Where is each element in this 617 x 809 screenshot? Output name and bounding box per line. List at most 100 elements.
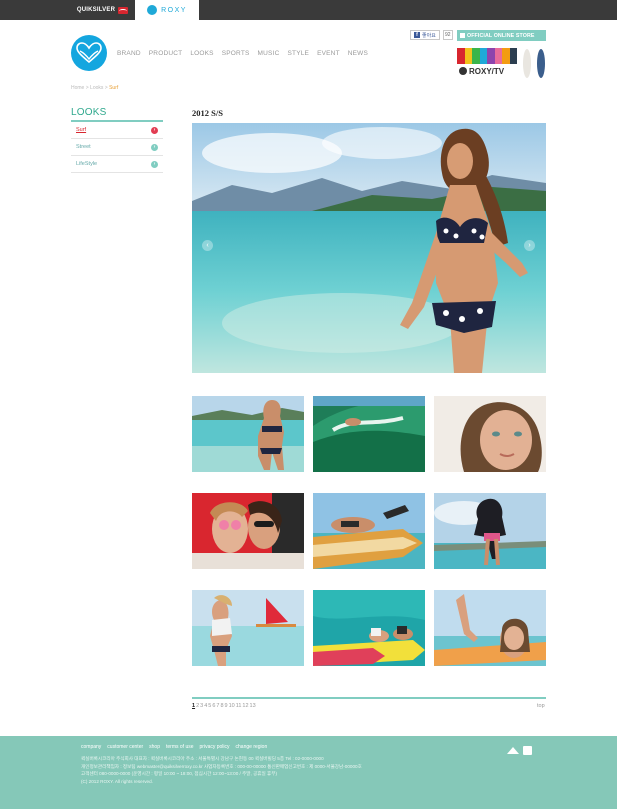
- thumbnail-image: [434, 396, 546, 472]
- page-link[interactable]: 10: [229, 703, 235, 709]
- tv-color-bars: [457, 48, 517, 64]
- tv-color-bar: [479, 48, 487, 64]
- page-link[interactable]: 2: [196, 703, 199, 709]
- arrow-right-icon: ›: [151, 126, 158, 134]
- like-count: 92: [442, 30, 453, 40]
- store-label: OFFICIAL ONLINE STORE: [467, 32, 535, 39]
- thumbnail[interactable]: [313, 590, 425, 666]
- quiksilver-mountain-icon: [118, 6, 129, 14]
- sidebar-item-lifestyle[interactable]: LifeStyle ›: [71, 156, 163, 173]
- page-link[interactable]: 13: [250, 703, 256, 709]
- footer-link-terms[interactable]: terms of use: [166, 744, 194, 750]
- quiksilver-mountain-icon[interactable]: [507, 747, 519, 754]
- nav-product[interactable]: PRODUCT: [149, 50, 183, 57]
- tv-color-bar: [502, 48, 510, 64]
- pager-divider: [192, 697, 546, 699]
- thumbnail[interactable]: [434, 396, 546, 472]
- tv-color-bar: [472, 48, 480, 64]
- nav-style[interactable]: STYLE: [287, 50, 309, 57]
- thumbnail-image: [192, 493, 304, 569]
- tv-color-bar: [494, 48, 502, 64]
- sidebar-item-street[interactable]: Street ›: [71, 139, 163, 156]
- arrow-right-icon: ›: [151, 160, 158, 168]
- facebook-like-button[interactable]: f 좋아요: [410, 30, 440, 40]
- breadcrumb-home[interactable]: Home: [71, 85, 84, 91]
- roxy-label: ROXY: [161, 6, 187, 14]
- page-link[interactable]: 1: [192, 703, 195, 709]
- tv-color-bar: [457, 48, 465, 64]
- thumbnail[interactable]: [434, 493, 546, 569]
- nav-music[interactable]: MUSIC: [258, 50, 280, 57]
- roxy-tv-banner[interactable]: ROXY/TV: [457, 48, 517, 78]
- hero-image: [192, 123, 546, 373]
- page-link[interactable]: 7: [216, 703, 219, 709]
- thumbnail-image: [313, 396, 425, 472]
- sidebar-item-label: LifeStyle: [76, 161, 98, 167]
- hero-next-arrow[interactable]: ›: [524, 240, 535, 251]
- sidebar-menu: Surf › Street › LifeStyle ›: [71, 122, 163, 173]
- breadcrumb-separator: >: [104, 85, 108, 91]
- hero-prev-arrow[interactable]: ‹: [202, 240, 213, 251]
- official-store-button[interactable]: OFFICIAL ONLINE STORE: [457, 30, 546, 41]
- page-link[interactable]: 4: [204, 703, 207, 709]
- sidebar-item-label: Surf: [76, 127, 87, 133]
- nav-news[interactable]: NEWS: [348, 50, 368, 57]
- quiksilver-tab[interactable]: QUIKSILVER: [70, 0, 135, 20]
- sidebar-item-label: Street: [76, 144, 91, 150]
- shopping-bag-icon: [460, 33, 465, 38]
- roxy-tv-heart-icon: [459, 67, 467, 75]
- page-link[interactable]: 5: [208, 703, 211, 709]
- page-link[interactable]: 6: [212, 703, 215, 709]
- dc-logo-icon[interactable]: [523, 746, 532, 755]
- roxy-tab[interactable]: ROXY: [135, 0, 199, 20]
- thumbnail-image: [192, 396, 304, 472]
- back-to-top-link[interactable]: top: [537, 703, 545, 709]
- thumbnail[interactable]: [434, 590, 546, 666]
- breadcrumb-section[interactable]: Looks: [90, 85, 103, 91]
- nav-event[interactable]: EVENT: [317, 50, 340, 57]
- footer-info-line: 퀵실버록시코리아 주식회사 대표자 : 퀵실버록시코리아 주소 : 서울특별시 …: [81, 756, 324, 761]
- thumbnail-image: [192, 590, 304, 666]
- page-link[interactable]: 12: [242, 703, 248, 709]
- roxy-logo[interactable]: [71, 35, 107, 71]
- thumbnail[interactable]: [192, 590, 304, 666]
- page-link[interactable]: 9: [225, 703, 228, 709]
- footer-company-info: 퀵실버록시코리아 주식회사 대표자 : 퀵실버록시코리아 주소 : 서울특별시 …: [81, 755, 501, 785]
- thumbnail[interactable]: [313, 493, 425, 569]
- footer-info-line: 고객센터 080-0000-0000 (운영시간 : 평일 10:00 ~ 18…: [81, 771, 278, 776]
- page-title: 2012 S/S: [192, 108, 223, 118]
- thumbnail[interactable]: [192, 396, 304, 472]
- footer-link-privacy[interactable]: privacy policy: [200, 744, 230, 750]
- roxy-tv-label: ROXY/TV: [469, 66, 505, 76]
- pagination: 1 2 3 4 5 6 7 8 9 10 11 12 13: [192, 703, 256, 709]
- footer-link-customer-center[interactable]: customer center: [107, 744, 143, 750]
- nav-sports[interactable]: SPORTS: [222, 50, 250, 57]
- nav-brand[interactable]: BRAND: [117, 50, 141, 57]
- footer-link-company[interactable]: company: [81, 744, 101, 750]
- social-share: f 좋아요 92: [410, 30, 453, 40]
- page-link[interactable]: 8: [220, 703, 223, 709]
- thumbnail-image: [313, 493, 425, 569]
- surfboard-icon: [537, 49, 545, 78]
- arrow-right-icon: ›: [151, 143, 158, 151]
- breadcrumb-separator: >: [85, 85, 89, 91]
- roxy-heart-icon: [147, 5, 158, 15]
- thumbnail[interactable]: [192, 493, 304, 569]
- thumbnail-image: [434, 590, 546, 666]
- sidebar-item-surf[interactable]: Surf ›: [71, 122, 163, 139]
- page-link[interactable]: 11: [236, 703, 242, 709]
- surfboard-icon: [523, 49, 531, 78]
- nav-looks[interactable]: LOOKS: [190, 50, 213, 57]
- footer-copyright: (C) 2012 ROXY. All rights reserved.: [81, 778, 153, 784]
- footer-links: company customer center shop terms of us…: [81, 744, 267, 750]
- thumbnail[interactable]: [313, 396, 425, 472]
- page-link[interactable]: 3: [200, 703, 203, 709]
- facebook-like-label: 좋아요: [422, 32, 436, 39]
- roxy-heart-logo-icon: [76, 42, 102, 64]
- quiksilver-label: QUIKSILVER: [76, 7, 116, 13]
- hero-photo: [192, 123, 546, 373]
- brand-bar: QUIKSILVER ROXY: [0, 0, 617, 20]
- sidebar-title: LOOKS: [71, 107, 107, 118]
- footer-link-change-region[interactable]: change region: [236, 744, 268, 750]
- footer-link-shop[interactable]: shop: [149, 744, 160, 750]
